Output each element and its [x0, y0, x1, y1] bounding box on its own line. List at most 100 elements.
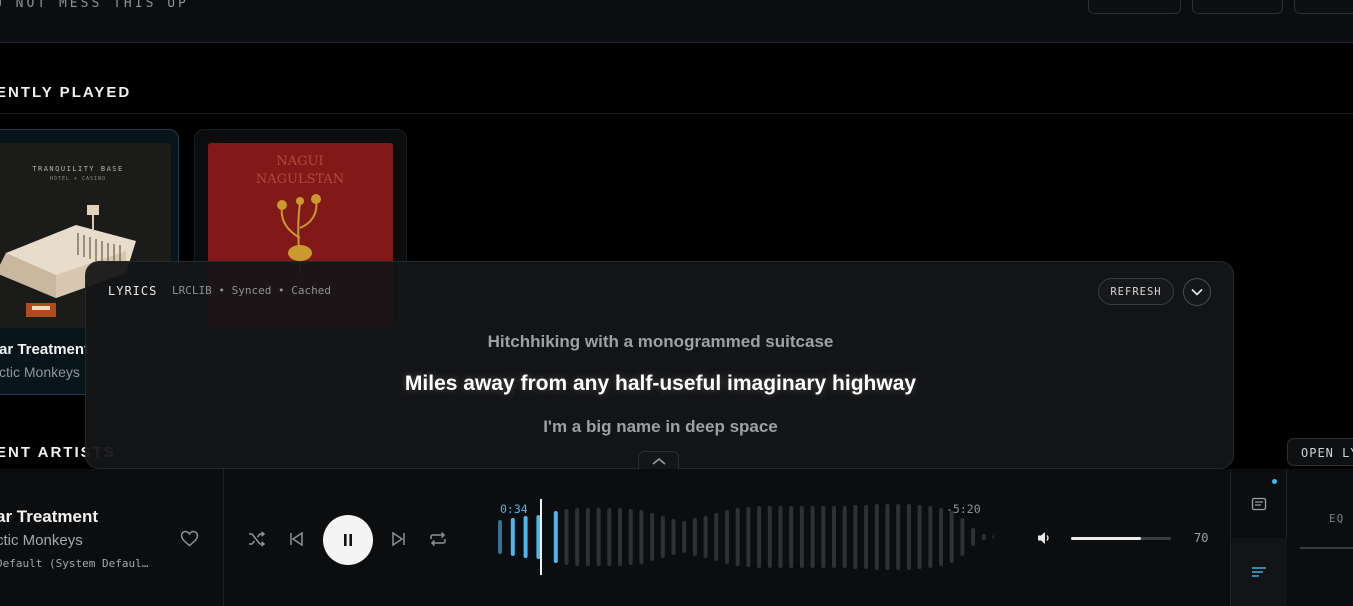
waveform-bar	[757, 506, 762, 568]
waveform-bar	[799, 506, 804, 568]
waveform-bar	[746, 507, 751, 567]
waveform-bar	[536, 515, 541, 559]
collapse-button[interactable]	[1183, 278, 1211, 306]
waveform-bar	[596, 508, 601, 566]
now-playing-title: ar Treatment	[0, 507, 99, 526]
waveform-bar	[928, 506, 933, 568]
waveform-bar	[607, 508, 612, 566]
pause-button[interactable]	[323, 515, 373, 565]
shuffle-button[interactable]	[247, 529, 267, 549]
lyrics-label: LYRICS	[108, 284, 158, 298]
top-bar: U NOT MESS THIS UP	[0, 0, 1353, 43]
next-button[interactable]	[389, 529, 409, 549]
waveform-bar	[832, 506, 836, 568]
waveform-bar	[842, 506, 847, 568]
waveform-bar	[671, 519, 676, 555]
section-title-recently-played: ENTLY PLAYED	[0, 84, 132, 101]
waveform-bar	[885, 504, 890, 570]
now-playing-artist: ctic Monkeys	[0, 532, 83, 549]
waveform-bar	[906, 504, 911, 570]
top-button-1[interactable]	[1088, 0, 1181, 14]
waveform-bar	[917, 505, 922, 569]
repeat-button[interactable]	[428, 529, 448, 549]
waveform-bar	[939, 508, 943, 566]
album-title: ar Treatment	[0, 341, 90, 358]
waveform-bar	[821, 506, 826, 568]
page-title: U NOT MESS THIS UP	[0, 0, 189, 11]
waveform-bar	[778, 506, 783, 568]
lyrics-panel: LYRICS LRCLIB • Synced • Cached REFRESH …	[85, 261, 1234, 469]
cover-text: TRANQUILITY BASE	[32, 165, 123, 173]
waveform-bar	[949, 511, 954, 563]
equalizer-panel[interactable]: EQ	[1287, 469, 1353, 606]
waveform-bar	[874, 504, 879, 570]
waveform-bar	[498, 520, 502, 554]
skip-back-icon	[290, 531, 303, 547]
waveform-bar	[523, 516, 528, 558]
waveform-bar	[564, 509, 569, 565]
cover-text: HOTEL + CASINO	[50, 176, 106, 182]
volume-slider-fill	[1071, 537, 1141, 540]
waveform-bar	[810, 506, 815, 568]
waveform-bar	[682, 521, 687, 553]
eq-slider[interactable]	[1300, 547, 1353, 549]
chevron-up-icon	[652, 457, 665, 465]
queue-button[interactable]	[1231, 469, 1287, 538]
output-device: Default (System Defaul…	[0, 557, 149, 570]
expand-lyrics-tab[interactable]	[638, 451, 679, 469]
waveform-bar	[510, 518, 515, 556]
waveform-bar	[864, 505, 869, 569]
lyrics-source: LRCLIB • Synced • Cached	[172, 284, 331, 297]
skip-forward-icon	[392, 531, 405, 547]
waveform-bar	[575, 508, 580, 566]
shuffle-icon	[249, 531, 266, 547]
waveform-bar	[853, 505, 858, 569]
waveform-bar	[767, 506, 772, 568]
top-button-2[interactable]	[1192, 0, 1283, 14]
waveform-bar	[703, 516, 708, 558]
open-lyrics-button[interactable]: OPEN LYRICS	[1287, 438, 1353, 466]
waveform-seek-bar[interactable]	[494, 497, 994, 577]
section-divider	[0, 113, 1353, 114]
waveform-bar	[896, 504, 901, 570]
waveform-bar	[618, 508, 622, 566]
active-indicator-dot	[1272, 479, 1277, 484]
waveform-bar	[735, 508, 740, 566]
cover-text: NAGUI	[276, 154, 323, 169]
refresh-button[interactable]: REFRESH	[1098, 278, 1174, 305]
player-bar: ar Treatment ctic Monkeys Default (Syste…	[0, 469, 1353, 606]
waveform-bar	[992, 535, 994, 539]
volume-value: 70	[1194, 531, 1209, 545]
heart-icon	[180, 530, 199, 547]
waveform-bar	[628, 509, 633, 565]
like-button[interactable]	[180, 530, 199, 552]
waveform-bar	[639, 510, 644, 564]
waveform-bar	[789, 506, 794, 568]
waveform-bar	[981, 534, 986, 540]
waveform-bar	[692, 518, 697, 556]
waveform-bar	[660, 516, 665, 558]
top-button-3[interactable]	[1294, 0, 1353, 14]
waveform-bar	[650, 513, 655, 561]
eq-label: EQ	[1329, 512, 1345, 525]
chevron-down-icon	[1191, 288, 1203, 296]
waveform-bar	[553, 511, 558, 563]
waveform-bar	[725, 510, 729, 564]
lyrics-next-line: I'm a big name in deep space	[543, 417, 778, 436]
queue-icon	[1251, 497, 1267, 510]
repeat-icon	[430, 531, 446, 547]
waveform-bar	[971, 528, 976, 546]
mute-button[interactable]	[1036, 530, 1052, 551]
waveform-bar	[585, 508, 590, 566]
volume-icon	[1038, 532, 1049, 544]
lyrics-previous-line: Hitchhiking with a monogrammed suitcase	[487, 332, 834, 351]
previous-button[interactable]	[286, 529, 306, 549]
now-playing: ar Treatment ctic Monkeys Default (Syste…	[0, 469, 224, 606]
lyrics-current-line: Miles away from any half-useful imaginar…	[404, 372, 917, 395]
album-artist: ctic Monkeys	[0, 364, 80, 380]
lyrics-icon	[1252, 567, 1266, 577]
volume-slider[interactable]	[1071, 537, 1171, 540]
lyrics-toggle-button[interactable]	[1231, 538, 1287, 606]
waveform-bar	[960, 518, 965, 556]
pause-icon	[344, 534, 352, 546]
